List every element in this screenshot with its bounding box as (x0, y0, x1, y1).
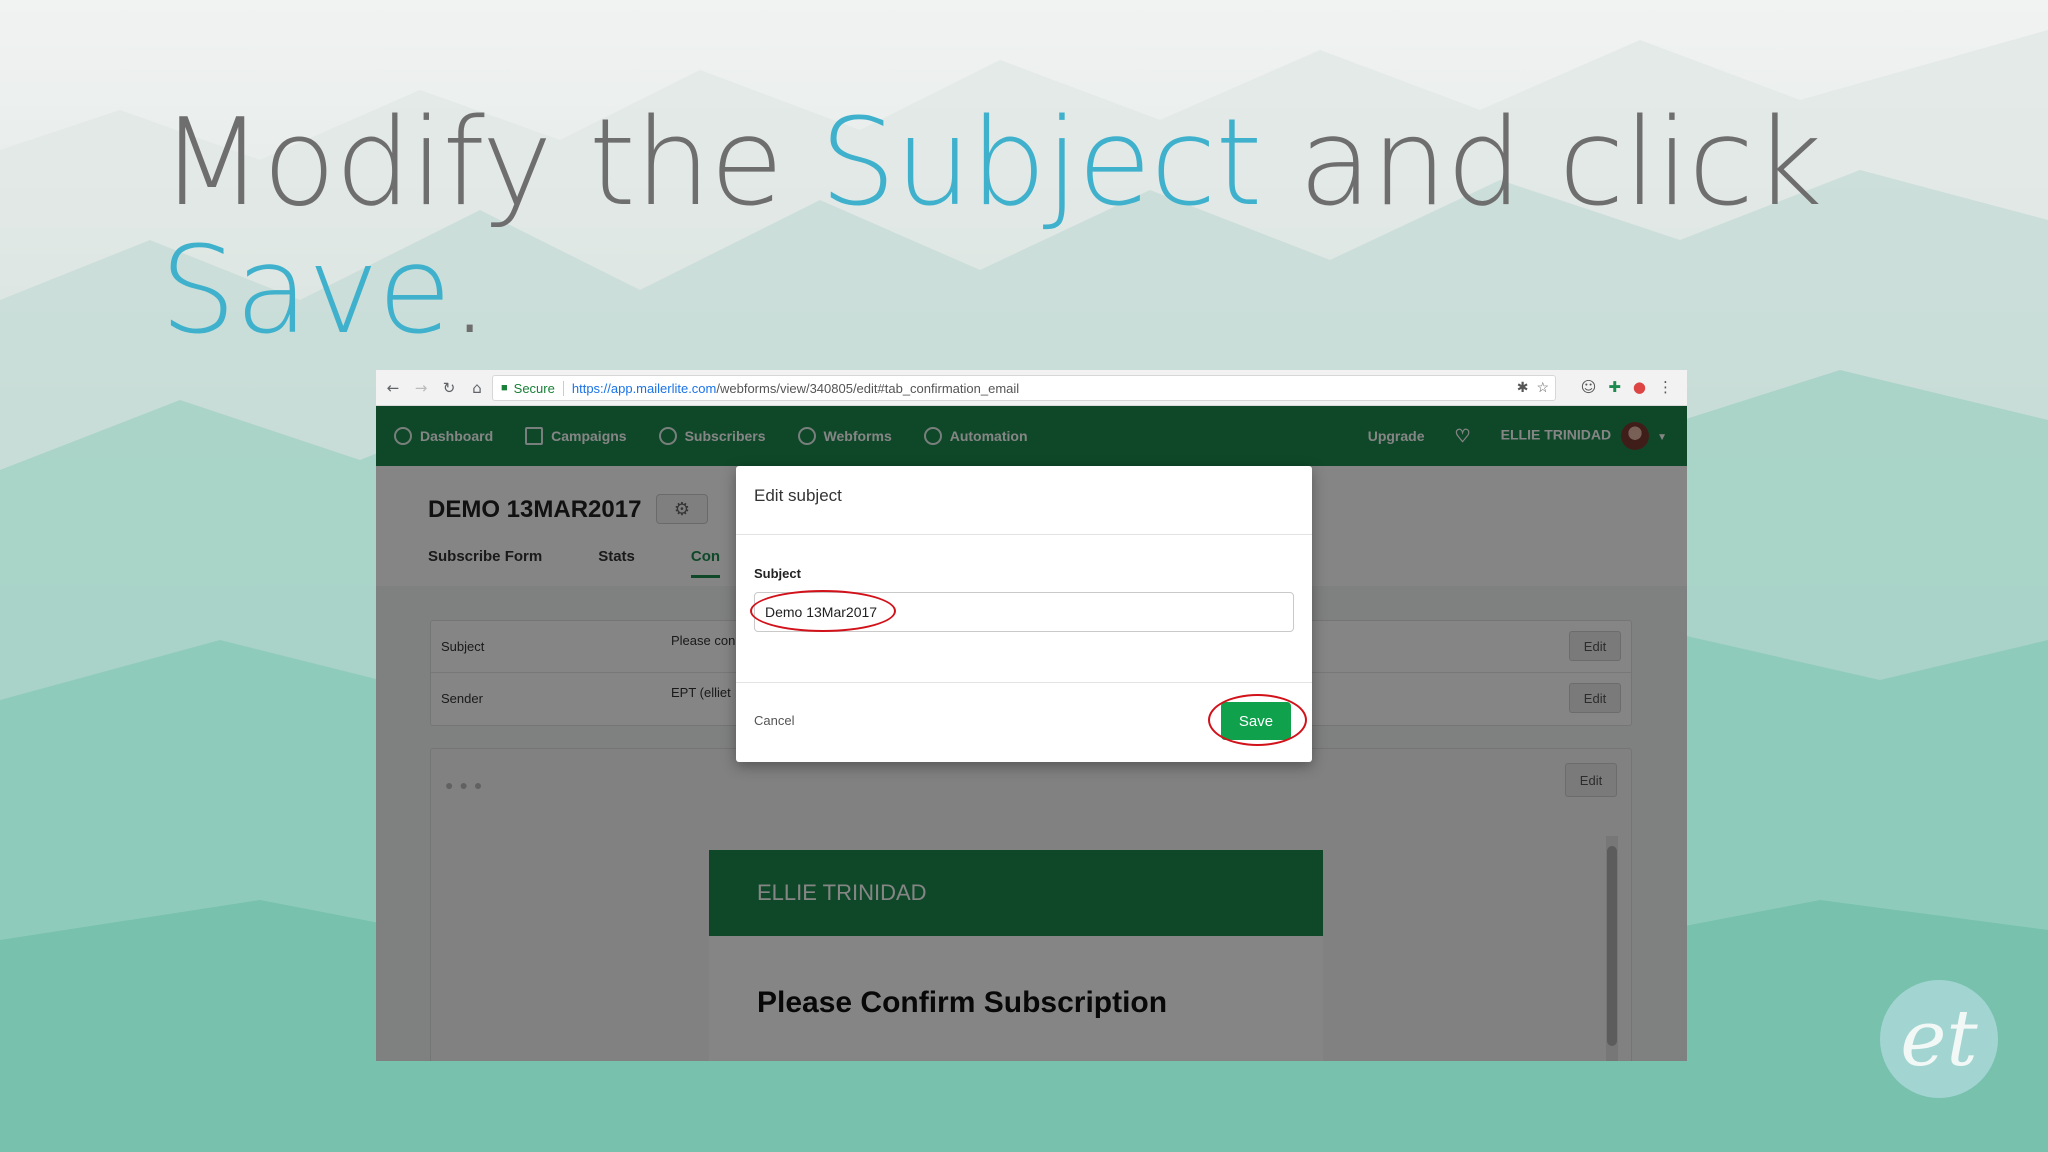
et-logo: et (1880, 980, 1998, 1098)
screenshot-frame: ← → ↻ ⌂ ■ Secure https://app.mailerlite.… (376, 370, 1687, 1061)
emoji-extension-icon[interactable]: ☺ (1581, 378, 1597, 396)
extension-icon-3[interactable]: ● (1633, 378, 1646, 396)
bookmark-star-icon[interactable]: ☆ (1536, 379, 1549, 396)
title-period: . (450, 222, 489, 361)
modal-divider-bottom (736, 682, 1312, 683)
reload-icon[interactable]: ↻ (438, 377, 460, 399)
menu-dots-icon[interactable]: ⋮ (1658, 378, 1673, 396)
extension-icon-2[interactable]: ✚ (1608, 378, 1621, 396)
extensions-row: ☺ ✚ ● ⋮ (1581, 378, 1673, 396)
title-highlight-save: Save (160, 222, 452, 361)
url-path: /webforms/view/340805/edit#tab_confirmat… (716, 380, 1020, 396)
url-text: https://app.mailerlite.com/webforms/view… (572, 381, 1019, 396)
title-text-2: and click (1261, 94, 1823, 233)
back-icon[interactable]: ← (382, 377, 404, 399)
cancel-button[interactable]: Cancel (754, 713, 794, 728)
app-area: Dashboard Campaigns Subscribers Webforms… (376, 406, 1687, 1061)
modal-title: Edit subject (754, 486, 842, 505)
url-host: https://app.mailerlite.com (571, 380, 717, 396)
title-highlight-subject: Subject (819, 94, 1263, 233)
secure-label: Secure (514, 380, 564, 396)
omnibox-icons: ✱ ☆ (1517, 379, 1549, 396)
home-icon[interactable]: ⌂ (466, 377, 488, 399)
subject-input[interactable] (754, 592, 1294, 632)
modal-divider-top (736, 534, 1312, 535)
extension-icon[interactable]: ✱ (1517, 379, 1529, 396)
title-text-1: Modify the (160, 94, 820, 233)
forward-icon[interactable]: → (410, 377, 432, 399)
browser-toolbar: ← → ↻ ⌂ ■ Secure https://app.mailerlite.… (376, 370, 1687, 406)
address-bar[interactable]: ■ Secure https://app.mailerlite.com/webf… (492, 375, 1556, 401)
subject-field-label: Subject (754, 566, 801, 581)
slide-title: Modify the Subject and click Save. (160, 100, 1960, 356)
save-button[interactable]: Save (1221, 702, 1291, 740)
lock-icon: ■ (501, 382, 508, 394)
edit-subject-modal: Edit subject Subject Cancel Save (736, 466, 1312, 762)
